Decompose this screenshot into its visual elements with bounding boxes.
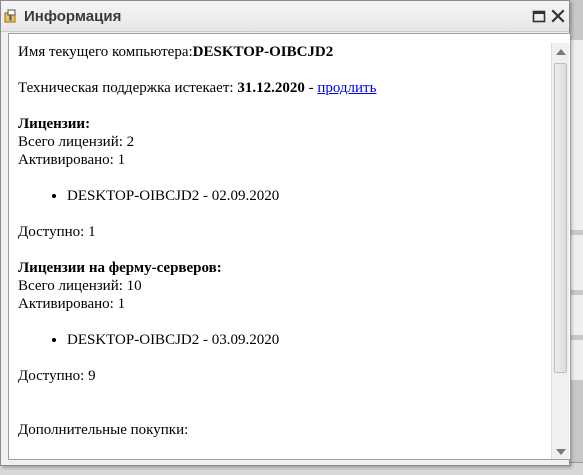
- support-date: 31.12.2020: [237, 80, 305, 96]
- licenses-activated: Активировано: 1: [18, 152, 126, 168]
- licenses-heading: Лицензии:: [18, 116, 91, 132]
- support-label: Техническая поддержка истекает:: [18, 80, 238, 96]
- scroll-thumb[interactable]: [554, 63, 567, 373]
- support-separator: -: [304, 80, 318, 96]
- server-licenses-activated: Активировано: 1: [18, 296, 126, 312]
- server-licenses-available: Доступно: 9: [18, 368, 96, 384]
- licenses-total: Всего лицензий: 2: [18, 134, 135, 150]
- server-licenses-list: DESKTOP-OIBCJD2 - 03.09.2020: [18, 331, 538, 349]
- vertical-scrollbar[interactable]: [551, 43, 569, 459]
- scroll-up-button[interactable]: [552, 43, 569, 61]
- title-bar[interactable]: Информация: [1, 1, 569, 32]
- computer-name-label: Имя текущего компьютера:: [18, 44, 193, 60]
- info-app-icon: [4, 9, 16, 23]
- computer-name-line: Имя текущего компьютера:DESKTOP-OIBCJD2: [18, 43, 538, 61]
- licenses-list: DESKTOP-OIBCJD2 - 02.09.2020: [18, 187, 538, 205]
- info-content-pane: Имя текущего компьютера: DESKTOP-OIBCJD2 …: [8, 33, 571, 460]
- info-text: Имя текущего компьютера: DESKTOP-OIBCJD2 …: [18, 43, 538, 457]
- scroll-up-icon: [556, 49, 566, 55]
- extend-support-link[interactable]: продлить: [317, 80, 376, 96]
- scroll-down-button[interactable]: [552, 443, 569, 459]
- close-icon[interactable]: [550, 8, 566, 24]
- extra-purchases-label: Дополнительные покупки:: [18, 422, 189, 438]
- server-licenses-total: Всего лицензий: 10: [18, 278, 142, 294]
- server-license-item: DESKTOP-OIBCJD2 - 03.09.2020: [67, 331, 538, 349]
- info-dialog: Информация Имя текущего компьютера:DESKT…: [0, 0, 571, 466]
- scroll-down-icon: [556, 449, 566, 455]
- licenses-available: Доступно: 1: [18, 224, 96, 240]
- computer-name-value: DESKTOP-OIBCJD2: [192, 44, 334, 60]
- maximize-icon[interactable]: [531, 8, 547, 24]
- license-item: DESKTOP-OIBCJD2 - 02.09.2020: [67, 187, 538, 205]
- window-title: Информация: [24, 8, 122, 25]
- server-licenses-heading: Лицензии на ферму-серверов:: [18, 260, 222, 276]
- support-line: Техническая поддержка истекает: 31.12.20…: [18, 79, 538, 97]
